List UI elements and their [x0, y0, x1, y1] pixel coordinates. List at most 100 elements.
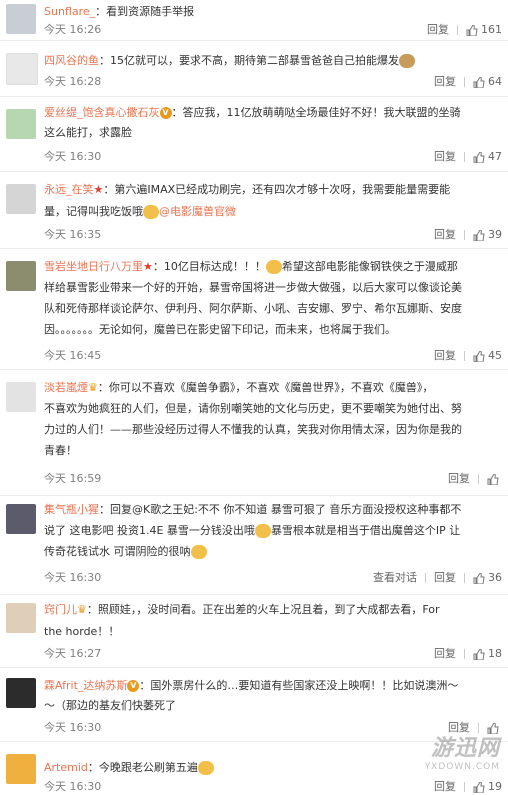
- timestamp: 今天 16:30: [44, 150, 102, 163]
- timestamp: 今天 16:35: [44, 228, 102, 241]
- like-button[interactable]: 18: [473, 647, 502, 660]
- like-button[interactable]: 161: [466, 23, 502, 36]
- comment-item: 集气瓶小猩：回复@K歌之王妃:不不 你不知道 暴雪可狠了 音乐方面没授权这种事都…: [0, 496, 508, 595]
- star-badge-icon: ★: [93, 183, 104, 196]
- crown-badge-icon: ♛: [77, 603, 87, 616]
- username-link[interactable]: 集气瓶小猩: [44, 503, 99, 516]
- reply-button[interactable]: 回复: [434, 647, 456, 660]
- comment-actions: 回复 39: [434, 227, 502, 243]
- avatar[interactable]: [6, 603, 36, 633]
- comment-actions: 回复 47: [434, 149, 502, 165]
- like-button[interactable]: 45: [473, 349, 502, 362]
- mention-link[interactable]: @电影魔兽官微: [159, 205, 236, 218]
- timestamp: 今天 16:27: [44, 647, 102, 660]
- comment-item: 雪岩坐地日行八万里★：10亿目标达成！！！ 希望这部电影能像钢铁侠之于漫威那 样给…: [0, 249, 508, 370]
- like-button[interactable]: [487, 472, 502, 485]
- view-conversation-button[interactable]: 查看对话: [373, 571, 417, 584]
- watermark-domain: YXDOWN.COM: [424, 762, 500, 772]
- comment-actions: 回复 45: [434, 348, 502, 364]
- watermark-logo-text: 游迅网: [430, 736, 500, 761]
- grinning-emoji-icon: [190, 545, 207, 559]
- comment-text: 四风谷的鱼：15亿就可以，要求不高，期待第二部暴雪爸爸自己拍能爆发: [44, 51, 502, 71]
- comment-text-continued: ～（那边的基友们快萎死了: [44, 699, 176, 712]
- avatar[interactable]: [6, 504, 36, 534]
- comment-text-continued: 传奇花钱试水 可谓阴险的很呐: [44, 542, 502, 562]
- timestamp: 今天 16:30: [44, 571, 102, 584]
- like-button[interactable]: 19: [473, 780, 502, 793]
- reply-button[interactable]: 回复: [434, 150, 456, 163]
- like-button[interactable]: 39: [473, 228, 502, 241]
- thumbs-up-icon: [487, 473, 499, 485]
- avatar[interactable]: [6, 261, 36, 291]
- like-button[interactable]: 64: [473, 75, 502, 88]
- username-link[interactable]: 四风谷的鱼: [44, 54, 99, 67]
- reply-button[interactable]: 回复: [434, 349, 456, 362]
- verified-icon: V: [159, 107, 172, 119]
- username-link[interactable]: Sunflare_: [44, 5, 95, 18]
- avatar[interactable]: [6, 4, 36, 34]
- username-link[interactable]: 永远_在笑: [44, 183, 94, 196]
- crown-badge-icon: ♛: [88, 381, 98, 394]
- like-count: 64: [488, 75, 502, 88]
- avatar[interactable]: [6, 754, 36, 784]
- comment-text: 霖Afrit_达纳苏斯 V ：国外票房什么的…要知道有些国家还没上映啊！！比如说澳洲…: [44, 679, 459, 692]
- reply-button[interactable]: 回复: [434, 780, 456, 793]
- username-link[interactable]: 雪岩坐地日行八万里: [44, 260, 143, 273]
- comment-actions: 回复 64: [434, 74, 502, 90]
- comment-text-continued: 样给暴雪影业带来一个好的开始，暴雪帝国将进一步做大做强，以后大家可以像谈论美: [44, 281, 462, 294]
- reply-button[interactable]: 回复: [448, 472, 470, 485]
- timestamp: 今天 16:30: [44, 721, 102, 734]
- comment-item: 四风谷的鱼：15亿就可以，要求不高，期待第二部暴雪爸爸自己拍能爆发 今天 16:…: [0, 41, 508, 97]
- username-link[interactable]: 淡若嵐煙: [44, 381, 88, 394]
- thumbs-up-icon: [466, 24, 478, 36]
- like-count: 161: [481, 23, 502, 36]
- comment-text: 窍门儿♛：照顾娃，，没时间看。正在出差的火车上况且着，到了大成都去看，For: [44, 600, 502, 620]
- thumbs-up-icon: [473, 350, 485, 362]
- reply-button[interactable]: 回复: [434, 75, 456, 88]
- comment-text: 永远_在笑★：第六遍IMAX已经成功刷完，还有四次才够十次呀，我需要能量需要能: [44, 180, 502, 200]
- reply-button[interactable]: 回复: [434, 228, 456, 241]
- timestamp: 今天 16:30: [44, 780, 102, 793]
- like-count: 36: [488, 571, 502, 584]
- comment-item: 窍门儿♛：照顾娃，，没时间看。正在出差的火车上况且着，到了大成都去看，For t…: [0, 595, 508, 668]
- username-link[interactable]: 爱丝缇_饱含真心撒石灰: [44, 106, 160, 119]
- avatar[interactable]: [6, 53, 38, 85]
- site-watermark: 游迅网 YXDOWN.COM: [425, 730, 500, 772]
- verified-icon: V: [127, 680, 140, 692]
- comment-text-continued: 不喜欢为她疯狂的人们，但是，请你别嘲笑她的文化与历史，更不要嘲笑为她付出、努: [44, 402, 462, 415]
- comment-text-continued: 队和死侍那样谈论萨尔、伊利丹、阿尔萨斯、小吼、吉安娜、罗宁、希尔瓦娜斯、安度: [44, 302, 462, 315]
- avatar[interactable]: [6, 109, 36, 139]
- comment-text-continued: 青春！: [44, 444, 77, 457]
- username-link[interactable]: 霖Afrit_达纳苏斯: [44, 679, 127, 692]
- comment-actions: 回复 19: [434, 779, 502, 795]
- comment-text-continued: the horde！！: [44, 625, 120, 638]
- like-button[interactable]: 36: [473, 571, 502, 584]
- like-count: 47: [488, 150, 502, 163]
- dog-emoji-icon: [399, 54, 415, 68]
- comment-actions: 回复 18: [434, 646, 502, 662]
- username-link[interactable]: Artemid: [44, 761, 88, 774]
- smiling-emoji-icon: [265, 260, 282, 274]
- thumbs-up-icon: [473, 572, 485, 584]
- star-badge-icon: ★: [143, 260, 153, 273]
- thumbs-up-icon: [473, 648, 485, 660]
- comment-item: 淡若嵐煙♛：你可以不喜欢《魔兽争霸》，不喜欢《魔兽世界》，不喜欢《魔兽》， 不喜…: [0, 370, 508, 496]
- crying-emoji-icon: [143, 205, 159, 219]
- timestamp: 今天 16:45: [44, 349, 102, 362]
- reply-button[interactable]: 回复: [427, 23, 449, 36]
- grinning-emoji-icon: [254, 524, 271, 538]
- thumbs-up-icon: [473, 151, 485, 163]
- avatar[interactable]: [6, 678, 36, 708]
- username-link[interactable]: 窍门儿: [44, 603, 77, 616]
- comment-text: 集气瓶小猩：回复@K歌之王妃:不不 你不知道 暴雪可狠了 音乐方面没授权这种事都…: [44, 503, 462, 516]
- comment-actions: 回复: [448, 471, 502, 487]
- avatar[interactable]: [6, 382, 36, 412]
- like-button[interactable]: 47: [473, 150, 502, 163]
- comment-item: Sunflare_：看到资源随手举报 今天 16:26 回复 161: [0, 0, 508, 41]
- thumbs-up-icon: [473, 229, 485, 241]
- comment-text-continued: 因。。。。。。。无论如何，魔兽已在影史留下印记，而未来，也将属于我们。: [44, 323, 396, 336]
- reply-button[interactable]: 回复: [434, 571, 456, 584]
- like-count: 19: [488, 780, 502, 793]
- avatar[interactable]: [6, 184, 36, 214]
- comment-actions: 回复 161: [427, 22, 502, 38]
